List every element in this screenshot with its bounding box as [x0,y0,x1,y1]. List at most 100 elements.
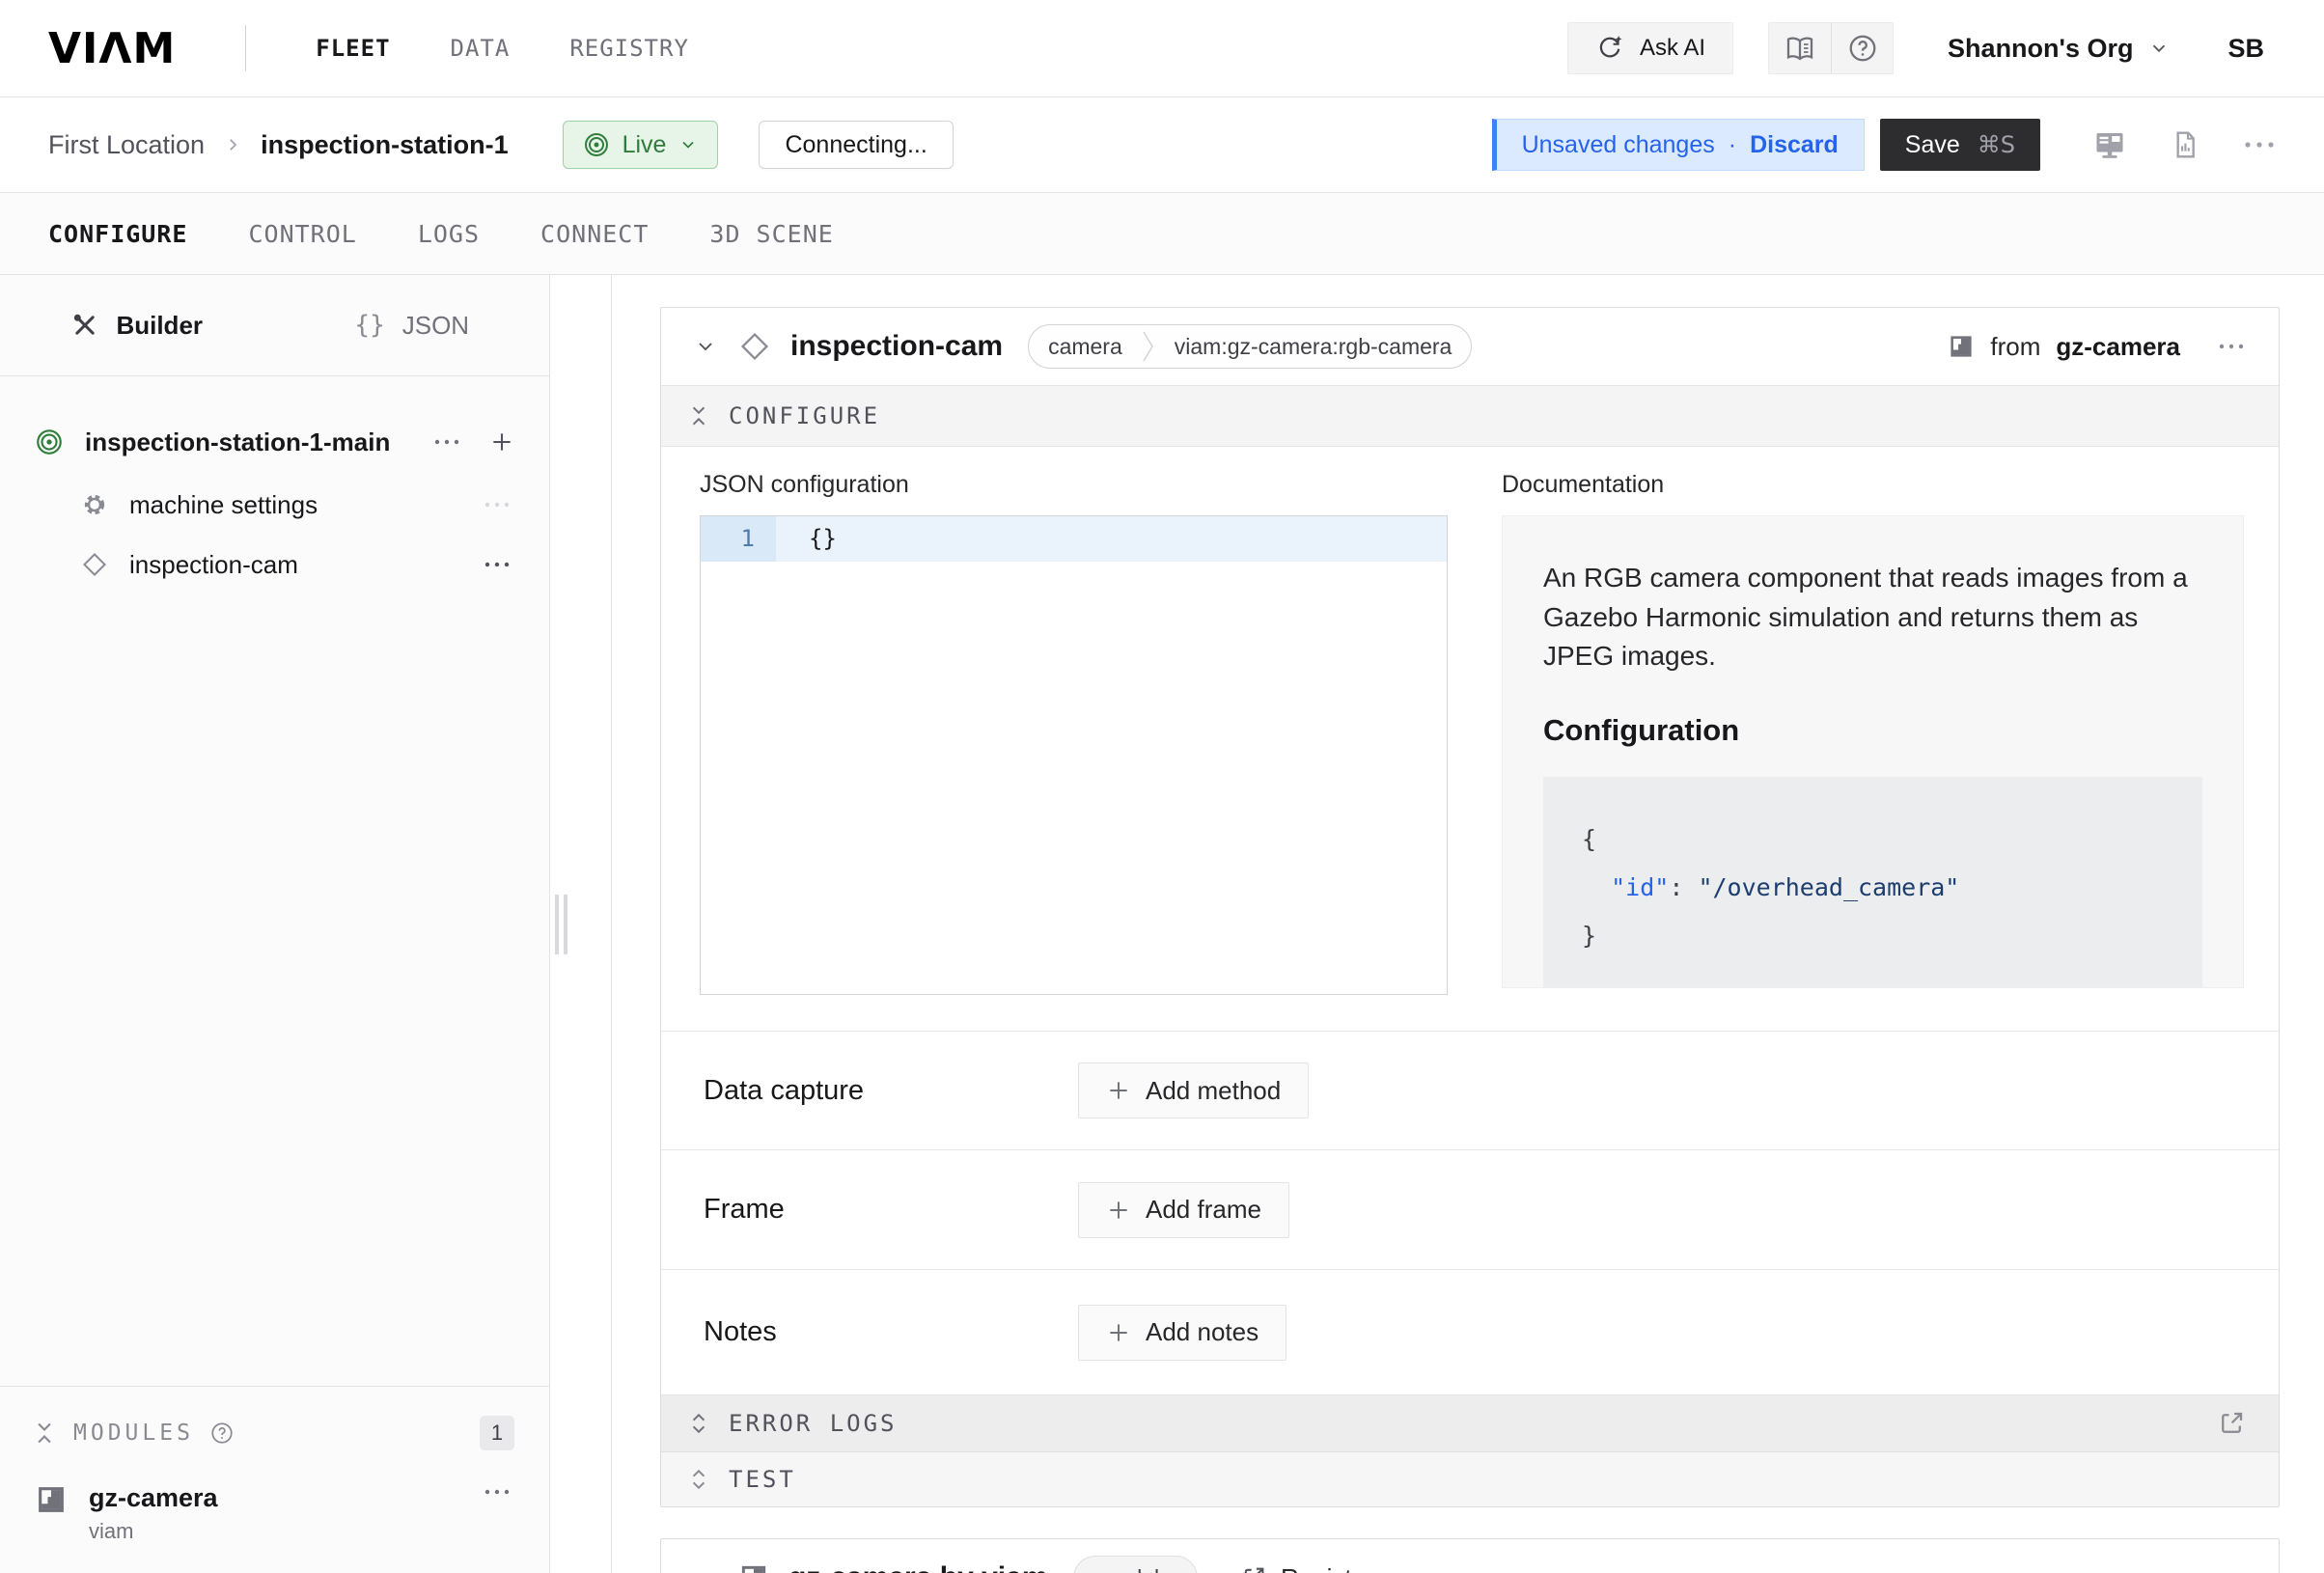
monitor-icon [2092,127,2127,162]
module-name: gz-camera [89,1483,218,1513]
tab-logs[interactable]: LOGS [418,220,480,248]
help-button[interactable] [1831,23,1893,73]
unsaved-changes-banner: Unsaved changes · Discard [1492,119,1865,171]
code-line: } [1582,912,2173,960]
tab-control[interactable]: CONTROL [248,220,356,248]
separator-dot: · [1729,131,1736,159]
json-config-column: JSON configuration 1 {} [700,471,1448,1031]
error-logs-section-header[interactable]: ERROR LOGS [661,1394,2279,1451]
add-resource-button[interactable] [489,429,514,455]
breadcrumb-machine-name: inspection-station-1 [261,130,509,160]
collapse-icon [35,1421,54,1446]
code-colon: : [1669,873,1698,901]
more-options-button[interactable] [2243,139,2276,151]
frame-section: Frame Add frame [661,1149,2279,1269]
user-avatar[interactable]: SB [2227,34,2264,64]
documentation-column: Documentation An RGB camera component th… [1502,471,2244,1031]
resource-tree: inspection-station-1-main mac [0,376,549,594]
configure-heading: CONFIGURE [729,402,880,429]
module-list-item[interactable]: gz-camera viam [35,1483,514,1544]
monitor-view-button[interactable] [2092,127,2127,162]
tree-item-label: inspection-station-1-main [85,428,390,457]
modules-header[interactable]: MODULES 1 [35,1416,514,1450]
documentation-button[interactable] [1769,23,1831,73]
open-logs-button[interactable] [2213,1405,2250,1442]
sidebar-resize-handle[interactable] [550,275,612,1573]
module-menu-button[interactable] [480,1483,514,1501]
registry-link[interactable]: Registry [1240,1563,1372,1573]
module-org: viam [89,1519,218,1544]
save-label: Save [1905,131,1960,159]
nav-tab-registry[interactable]: REGISTRY [569,35,689,62]
org-switcher[interactable]: Shannon's Org [1948,34,2170,64]
json-mode-button[interactable]: {} JSON [275,275,550,375]
breadcrumb-location[interactable]: First Location [48,130,205,160]
viam-app: VIΛM FLEET DATA REGISTRY Ask AI [0,0,2324,1573]
builder-mode-button[interactable]: Builder [0,275,275,375]
documentation-label: Documentation [1502,471,2244,499]
tab-configure[interactable]: CONFIGURE [48,220,187,248]
ask-ai-icon [1595,34,1624,63]
doc-code-block: { "id": "/overhead_camera" } [1543,777,2202,988]
notes-label: Notes [704,1316,1078,1348]
top-nav-right: Ask AI [1567,22,2276,74]
broadcast-icon [583,131,610,158]
machine-tabs: CONFIGURE CONTROL LOGS CONNECT 3D SCENE [0,193,2324,275]
resource-menu-button[interactable] [480,556,514,573]
plus-icon [1106,1320,1131,1345]
component-menu-button[interactable] [2213,338,2250,355]
modules-help-icon[interactable] [209,1421,235,1446]
plus-icon [489,429,514,455]
tab-3d-scene[interactable]: 3D SCENE [709,220,833,248]
add-frame-button[interactable]: Add frame [1078,1182,1289,1238]
tree-item-main-part[interactable]: inspection-station-1-main [0,409,549,475]
discard-button[interactable]: Discard [1750,131,1839,159]
ask-ai-button[interactable]: Ask AI [1567,22,1733,74]
editor-line: 1 {} [701,516,1447,562]
page-body: Builder {} JSON inspection-station-1-mai… [0,275,2324,1573]
connecting-button[interactable]: Connecting... [759,121,953,169]
external-link-icon [2217,1409,2246,1438]
chevron-down-icon [694,1566,717,1573]
book-icon [1784,33,1815,64]
test-section-header[interactable]: TEST [661,1451,2279,1506]
document-chart-icon [2170,129,2200,160]
error-logs-heading: ERROR LOGS [729,1410,898,1437]
tree-item-inspection-cam[interactable]: inspection-cam [0,535,549,594]
ellipsis-icon [2217,342,2246,351]
add-notes-button[interactable]: Add notes [1078,1305,1286,1361]
expand-icon [690,1468,707,1491]
modules-heading: MODULES [73,1421,194,1446]
live-status-dropdown[interactable]: Live [563,121,719,169]
documentation-panel[interactable]: An RGB camera component that reads image… [1502,515,2244,988]
code-key: "id" [1611,873,1669,901]
json-config-editor[interactable]: 1 {} [700,515,1448,995]
module-tag-pill: module [1073,1556,1198,1573]
resource-menu-button[interactable] [480,496,514,513]
collapse-card-button[interactable] [690,331,721,362]
code-line: { [1582,815,2173,864]
part-menu-button[interactable] [429,433,464,451]
module-icon [35,1483,68,1516]
nav-tab-data[interactable]: DATA [451,35,511,62]
machine-bar-right: Unsaved changes · Discard Save ⌘S [1492,119,2276,171]
report-document-button[interactable] [2170,129,2200,160]
add-method-button[interactable]: Add method [1078,1062,1309,1118]
save-button[interactable]: Save ⌘S [1880,119,2040,171]
ask-ai-label: Ask AI [1640,35,1705,62]
nav-tab-fleet[interactable]: FLEET [316,35,390,62]
module-icon [1948,333,1975,360]
chevron-down-icon [694,335,717,358]
component-diamond-icon [81,551,108,578]
json-config-label: JSON configuration [700,471,1448,499]
line-number: 1 [701,516,776,562]
external-link-icon [1240,1564,1267,1573]
viam-logo[interactable]: VIΛM [48,24,176,73]
collapse-icon [690,404,707,428]
machine-bar-icons [2092,127,2276,162]
test-heading: TEST [729,1466,796,1493]
tree-item-machine-settings[interactable]: machine settings [0,475,549,535]
tab-connect[interactable]: CONNECT [540,220,649,248]
collapse-card-button[interactable] [690,1562,721,1573]
configure-section-header[interactable]: CONFIGURE [661,385,2279,447]
